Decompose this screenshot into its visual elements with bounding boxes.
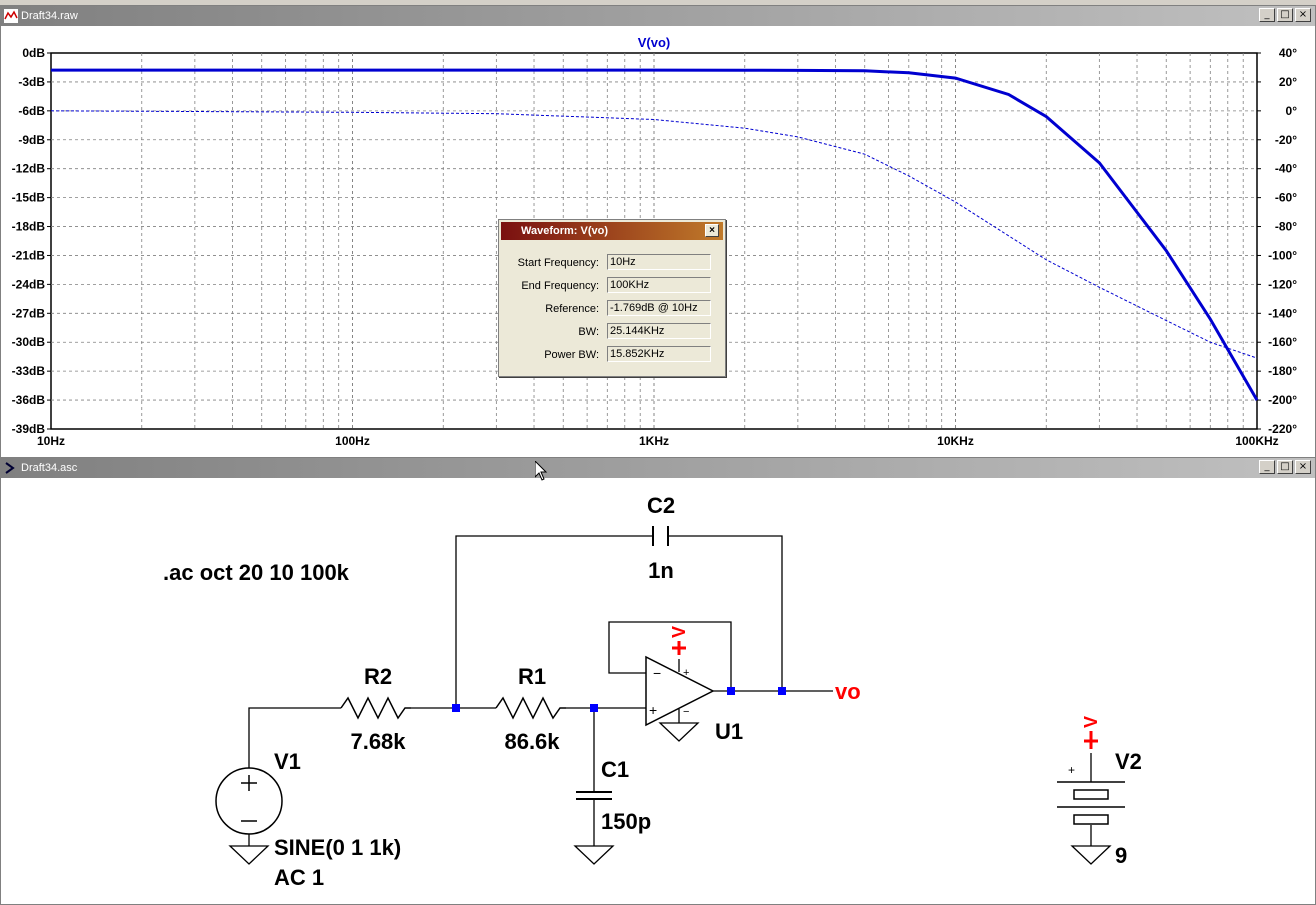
schematic-window-title: Draft34.asc xyxy=(21,462,78,474)
x-tick-label: 10KHz xyxy=(937,434,974,448)
bw-label: BW: xyxy=(578,326,599,338)
y2-tick-label-phase: 40° xyxy=(1279,46,1297,60)
y2-tick-label-phase: -140° xyxy=(1268,306,1297,320)
schematic-drawing[interactable]: C2 1n R2 7.68k R1 86.6k C1 150p − + + − … xyxy=(1,478,1315,903)
x-tick-label: 1KHz xyxy=(639,434,669,448)
y2-tick-label-phase: -40° xyxy=(1275,162,1297,176)
end-frequency-field[interactable]: 100KHz xyxy=(607,277,711,293)
v2-name: V2 xyxy=(1115,749,1142,774)
maximize-button[interactable]: □ xyxy=(1277,8,1293,22)
y-tick-label-db: -18dB xyxy=(12,220,46,234)
dialog-row-reference: Reference: -1.769dB @ 10Hz xyxy=(499,300,727,318)
y2-tick-label-phase: -80° xyxy=(1275,220,1297,234)
y2-tick-label-phase: -20° xyxy=(1275,133,1297,147)
dialog-close-button[interactable]: × xyxy=(705,224,719,237)
start-frequency-label: Start Frequency: xyxy=(517,257,599,269)
v1-value: SINE(0 1 1k) xyxy=(274,835,401,860)
opamp-vminus: − xyxy=(683,706,689,718)
y2-tick-label-phase: -100° xyxy=(1268,248,1297,262)
y-tick-label-db: -36dB xyxy=(12,393,46,407)
y2-tick-label-phase: -60° xyxy=(1275,191,1297,205)
net-label-vo[interactable]: vo xyxy=(835,679,861,704)
schematic-titlebar[interactable]: Draft34.asc _ □ × xyxy=(1,458,1315,478)
opamp-vplus: + xyxy=(683,667,689,679)
c1-name: C1 xyxy=(601,757,629,782)
y2-tick-label-phase: 0° xyxy=(1286,104,1298,118)
capacitor-c2[interactable]: C2 1n xyxy=(647,493,675,583)
v2-value: 9 xyxy=(1115,843,1127,868)
minimize-button[interactable]: _ xyxy=(1259,8,1275,22)
schematic-canvas[interactable]: C2 1n R2 7.68k R1 86.6k C1 150p − + + − … xyxy=(1,478,1315,903)
u1-name: U1 xyxy=(715,719,743,744)
opamp-u1[interactable]: − + + − U1 xyxy=(645,655,743,744)
resistor-r1[interactable]: R1 86.6k xyxy=(495,664,566,754)
opamp-supply-label: V xyxy=(669,626,689,638)
capacitor-c1[interactable]: C1 150p xyxy=(576,757,651,834)
waveform-measure-dialog[interactable]: Waveform: V(vo) × Start Frequency: 10Hz … xyxy=(498,219,726,377)
dialog-row-power-bw: Power BW: 15.852KHz xyxy=(499,346,727,364)
v2-plus: + xyxy=(1068,763,1075,777)
y2-tick-label-phase: -120° xyxy=(1268,277,1297,291)
opamp-supply-flag[interactable]: V xyxy=(669,626,689,655)
waveform-titlebar[interactable]: Draft34.raw _ □ × xyxy=(1,6,1315,26)
r2-name: R2 xyxy=(364,664,392,689)
y-tick-label-db: -12dB xyxy=(12,162,46,176)
reference-label: Reference: xyxy=(545,303,599,315)
y-tick-label-db: -6dB xyxy=(18,104,45,118)
power-bw-field[interactable]: 15.852KHz xyxy=(607,346,711,362)
bw-field[interactable]: 25.144KHz xyxy=(607,323,711,339)
x-tick-label: 100Hz xyxy=(335,434,370,448)
opamp-plus: + xyxy=(649,702,657,718)
y-tick-label-db: -15dB xyxy=(12,191,46,205)
resistor-r2[interactable]: R2 7.68k xyxy=(340,664,411,754)
power-bw-label: Power BW: xyxy=(544,349,599,361)
c2-value: 1n xyxy=(648,558,674,583)
v2-supply-label: V xyxy=(1081,716,1101,728)
y-tick-label-db: 0dB xyxy=(22,46,45,60)
dialog-row-end-frequency: End Frequency: 100KHz xyxy=(499,277,727,295)
spice-directive[interactable]: .ac oct 20 10 100k xyxy=(163,560,350,585)
opamp-minus: − xyxy=(653,665,661,681)
r1-value: 86.6k xyxy=(504,729,560,754)
end-frequency-label: End Frequency: xyxy=(521,280,599,292)
y2-tick-label-phase: -160° xyxy=(1268,335,1297,349)
minimize-button[interactable]: _ xyxy=(1259,460,1275,474)
schematic-window[interactable]: Draft34.asc _ □ × C2 1n R2 7.68k R1 86.6… xyxy=(0,457,1316,905)
c1-value: 150p xyxy=(601,809,651,834)
y2-tick-label-phase: 20° xyxy=(1279,75,1297,89)
y2-tick-label-phase: -200° xyxy=(1268,393,1297,407)
y-tick-label-db: -33dB xyxy=(12,364,46,378)
x-tick-label: 10Hz xyxy=(37,434,65,448)
waveform-window-title: Draft34.raw xyxy=(21,10,78,22)
y-tick-label-db: -9dB xyxy=(18,133,45,147)
dialog-titlebar[interactable]: Waveform: V(vo) × xyxy=(501,222,723,240)
dialog-title: Waveform: V(vo) xyxy=(521,225,608,237)
r1-name: R1 xyxy=(518,664,546,689)
waveform-icon xyxy=(4,9,18,23)
close-button[interactable]: × xyxy=(1295,460,1311,474)
trace-name-label: V(vo) xyxy=(638,35,671,50)
maximize-button[interactable]: □ xyxy=(1277,460,1293,474)
r2-value: 7.68k xyxy=(350,729,406,754)
y-tick-label-db: -27dB xyxy=(12,306,46,320)
c2-name: C2 xyxy=(647,493,675,518)
dialog-row-bw: BW: 25.144KHz xyxy=(499,323,727,341)
y2-tick-label-phase: -180° xyxy=(1268,364,1297,378)
y-tick-label-db: -24dB xyxy=(12,277,46,291)
voltage-source-v2[interactable]: V + V2 9 xyxy=(1057,716,1142,868)
y-tick-label-db: -30dB xyxy=(12,335,46,349)
reference-field[interactable]: -1.769dB @ 10Hz xyxy=(607,300,711,316)
start-frequency-field[interactable]: 10Hz xyxy=(607,254,711,270)
x-tick-label: 100KHz xyxy=(1235,434,1278,448)
close-button[interactable]: × xyxy=(1295,8,1311,22)
y-tick-label-db: -3dB xyxy=(18,75,45,89)
y-tick-label-db: -21dB xyxy=(12,248,46,262)
dialog-row-start-frequency: Start Frequency: 10Hz xyxy=(499,254,727,272)
v1-name: V1 xyxy=(274,749,301,774)
voltage-source-v1[interactable]: V1 SINE(0 1 1k) AC 1 xyxy=(215,749,401,890)
schematic-icon xyxy=(5,462,15,474)
v1-ac: AC 1 xyxy=(274,865,324,890)
mouse-cursor-icon xyxy=(535,461,548,481)
